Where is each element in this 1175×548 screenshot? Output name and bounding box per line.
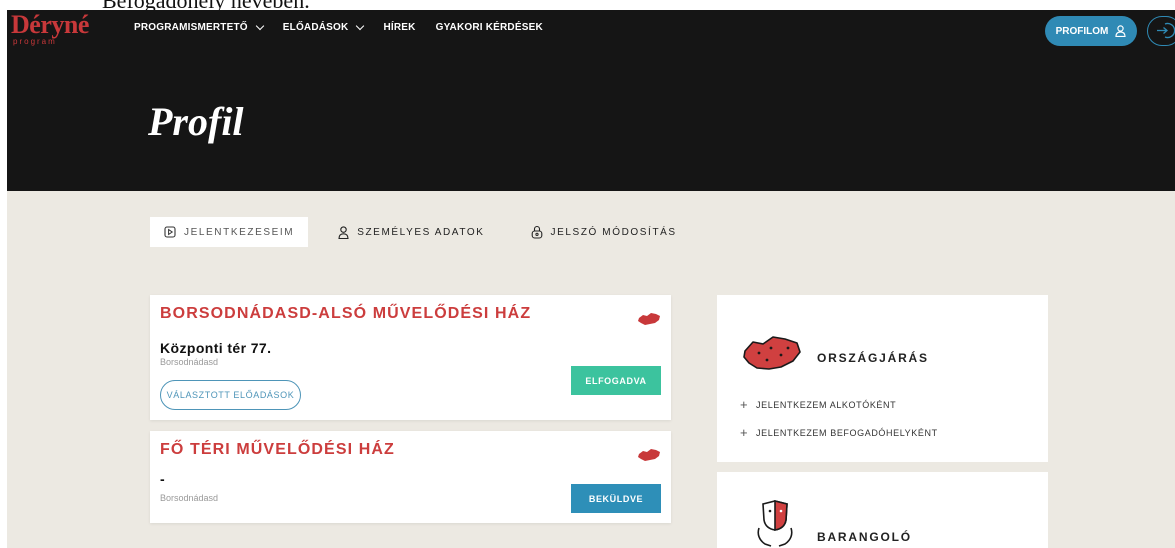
venue-name: BORSODNÁDASD-ALSÓ MŰVELŐDÉSI HÁZ	[160, 305, 532, 322]
venue-city: Borsodnádasd	[160, 493, 219, 503]
main-nav: PROGRAMISMERTETŐ ELŐADÁSOK HÍREK GYAKORI…	[134, 21, 543, 33]
tab-label: JELENTKEZESEIM	[184, 226, 295, 238]
browser-viewport: Déryné program PROGRAMISMERTETŐ ELŐADÁSO…	[7, 10, 1175, 548]
venue-name: FŐ TÉRI MŰVELŐDÉSI HÁZ	[160, 441, 395, 458]
chevron-down-icon	[255, 21, 265, 30]
tab-szemelyes-adatok[interactable]: SZEMÉLYES ADATOK	[338, 225, 485, 239]
apply-as-creator-link[interactable]: + JELENTKEZEM ALKOTÓKÉNT	[740, 397, 897, 412]
tab-jelentkezeseim[interactable]: JELENTKEZESEIM	[150, 217, 309, 247]
profile-button-label: PROFILOM	[1055, 25, 1109, 37]
link-label: JELENTKEZEM BEFOGADÓHELYKÉNT	[756, 428, 938, 438]
lock-icon	[531, 225, 542, 239]
hungary-map-icon	[638, 313, 660, 325]
plus-icon: +	[740, 397, 749, 412]
site-logo[interactable]: Déryné program	[11, 12, 121, 48]
apply-as-venue-link[interactable]: + JELENTKEZEM BEFOGADÓHELYKÉNT	[740, 425, 938, 440]
barangolo-panel: BARANGOLÓ	[717, 472, 1048, 548]
hungary-map-icon	[638, 449, 660, 461]
venue-address: -	[160, 471, 166, 487]
page-title: Profil	[148, 99, 244, 144]
site-header: Déryné program PROGRAMISMERTETŐ ELŐADÁSO…	[7, 10, 1175, 191]
tab-label: JELSZÓ MÓDOSÍTÁS	[550, 226, 677, 238]
user-icon	[338, 225, 349, 239]
nav-programismerteto[interactable]: PROGRAMISMERTETŐ	[134, 21, 265, 33]
tab-jelszo-modositas[interactable]: JELSZÓ MÓDOSÍTÁS	[531, 225, 677, 239]
play-square-icon	[164, 226, 176, 238]
logout-button[interactable]	[1147, 16, 1175, 46]
application-card: FŐ TÉRI MŰVELŐDÉSI HÁZ - Borsodnádasd BE…	[150, 431, 671, 523]
theater-masks-hands-icon	[757, 499, 793, 547]
venue-city: Borsodnádasd	[160, 357, 219, 367]
panel-title: BARANGOLÓ	[817, 530, 912, 544]
plus-icon: +	[740, 425, 749, 440]
logo-text: Déryné	[11, 10, 89, 39]
panel-title: ORSZÁGJÁRÁS	[817, 351, 929, 365]
profile-tabs: JELENTKEZESEIM SZEMÉLYES ADATOK JELSZÓ M…	[150, 217, 677, 247]
nav-label: HÍREK	[383, 22, 416, 33]
profile-button[interactable]: PROFILOM	[1045, 16, 1137, 46]
logout-icon	[1157, 22, 1175, 39]
status-badge: ELFOGADVA	[571, 366, 661, 395]
nav-label: ELŐADÁSOK	[282, 22, 349, 33]
user-icon	[1115, 25, 1126, 37]
nav-label: GYAKORI KÉRDÉSEK	[435, 22, 543, 33]
selected-performances-button[interactable]: VÁLASZTOTT ELŐADÁSOK	[160, 380, 301, 410]
link-label: JELENTKEZEM ALKOTÓKÉNT	[756, 400, 897, 410]
status-badge: BEKÜLDVE	[571, 484, 661, 513]
nav-gyakori-kerdesek[interactable]: GYAKORI KÉRDÉSEK	[436, 22, 543, 33]
chevron-down-icon	[356, 21, 365, 30]
orszagjaras-panel: ORSZÁGJÁRÁS + JELENTKEZEM ALKOTÓKÉNT + J…	[717, 295, 1048, 462]
nav-eloadasok[interactable]: ELŐADÁSOK	[282, 21, 365, 33]
nav-label: PROGRAMISMERTETŐ	[134, 22, 248, 33]
tab-label: SZEMÉLYES ADATOK	[357, 226, 485, 238]
venue-address: Központi tér 77.	[160, 340, 272, 356]
nav-hirek[interactable]: HÍREK	[383, 22, 415, 33]
application-card: BORSODNÁDASD-ALSÓ MŰVELŐDÉSI HÁZ Központ…	[150, 295, 671, 420]
hungary-map-icon	[743, 336, 801, 370]
